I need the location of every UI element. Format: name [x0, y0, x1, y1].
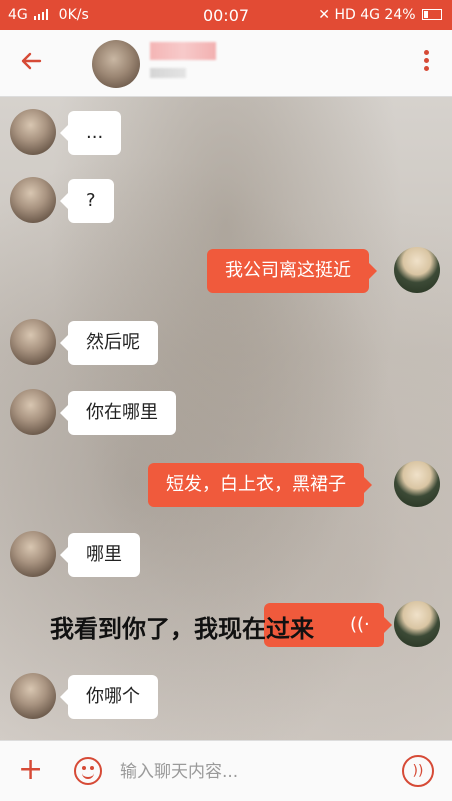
voice-button[interactable]: )): [402, 755, 434, 787]
overlay-caption: 我看到你了，我现在过来: [50, 615, 314, 643]
contact-avatar-small[interactable]: [10, 673, 56, 719]
contact-avatar-small[interactable]: [10, 389, 56, 435]
message-bubble-incoming[interactable]: 哪里: [60, 533, 140, 577]
user-avatar-small[interactable]: [394, 461, 440, 507]
user-avatar-small[interactable]: [394, 247, 440, 293]
voice-icon: )): [412, 763, 424, 779]
network-right-label: 4G: [360, 7, 380, 23]
plus-button[interactable]: +: [18, 753, 43, 787]
back-button[interactable]: [18, 48, 48, 78]
mute-icon: ✕: [318, 7, 330, 23]
user-avatar-small[interactable]: [394, 601, 440, 647]
composer-bar: + )): [0, 740, 452, 801]
message-bubble-incoming[interactable]: ?: [60, 179, 114, 223]
contact-avatar-small[interactable]: [10, 319, 56, 365]
arrow-left-icon: [21, 52, 42, 70]
hd-label: HD: [334, 7, 356, 23]
message-bubble-incoming[interactable]: ...: [59, 111, 122, 155]
contact-avatar-small[interactable]: [10, 109, 56, 155]
message-bubble-incoming[interactable]: 然后呢: [60, 321, 158, 365]
contact-status-blurred: [150, 68, 186, 78]
plus-icon: +: [18, 752, 44, 787]
more-menu-button[interactable]: [424, 50, 430, 74]
message-bubble-outgoing[interactable]: 短发，白上衣，黑裙子: [148, 463, 372, 507]
chat-area[interactable]: ... ? 我公司离这挺近 然后呢 你在哪里 短发，白上衣，黑裙子 哪里 ((·…: [0, 97, 452, 740]
message-bubble-outgoing[interactable]: 我公司离这挺近: [207, 249, 377, 293]
contact-avatar[interactable]: [92, 40, 140, 88]
chat-header: [0, 30, 452, 97]
voice-wave-icon: ((·: [350, 614, 370, 635]
message-input[interactable]: [118, 751, 382, 793]
battery-icon: [422, 9, 442, 20]
contact-avatar-small[interactable]: [10, 531, 56, 577]
battery-label: 24%: [384, 7, 416, 23]
emoji-button[interactable]: [74, 757, 102, 785]
message-bubble-incoming[interactable]: 你哪个: [60, 675, 158, 719]
status-bar: 4G 0K/s 00:07 ✕ HD 4G 24%: [0, 0, 452, 30]
message-bubble-incoming[interactable]: 你在哪里: [60, 391, 176, 435]
status-right: ✕ HD 4G 24%: [318, 7, 442, 23]
more-vertical-icon: [424, 50, 429, 55]
contact-avatar-small[interactable]: [10, 177, 56, 223]
contact-name-blurred: [150, 42, 216, 60]
